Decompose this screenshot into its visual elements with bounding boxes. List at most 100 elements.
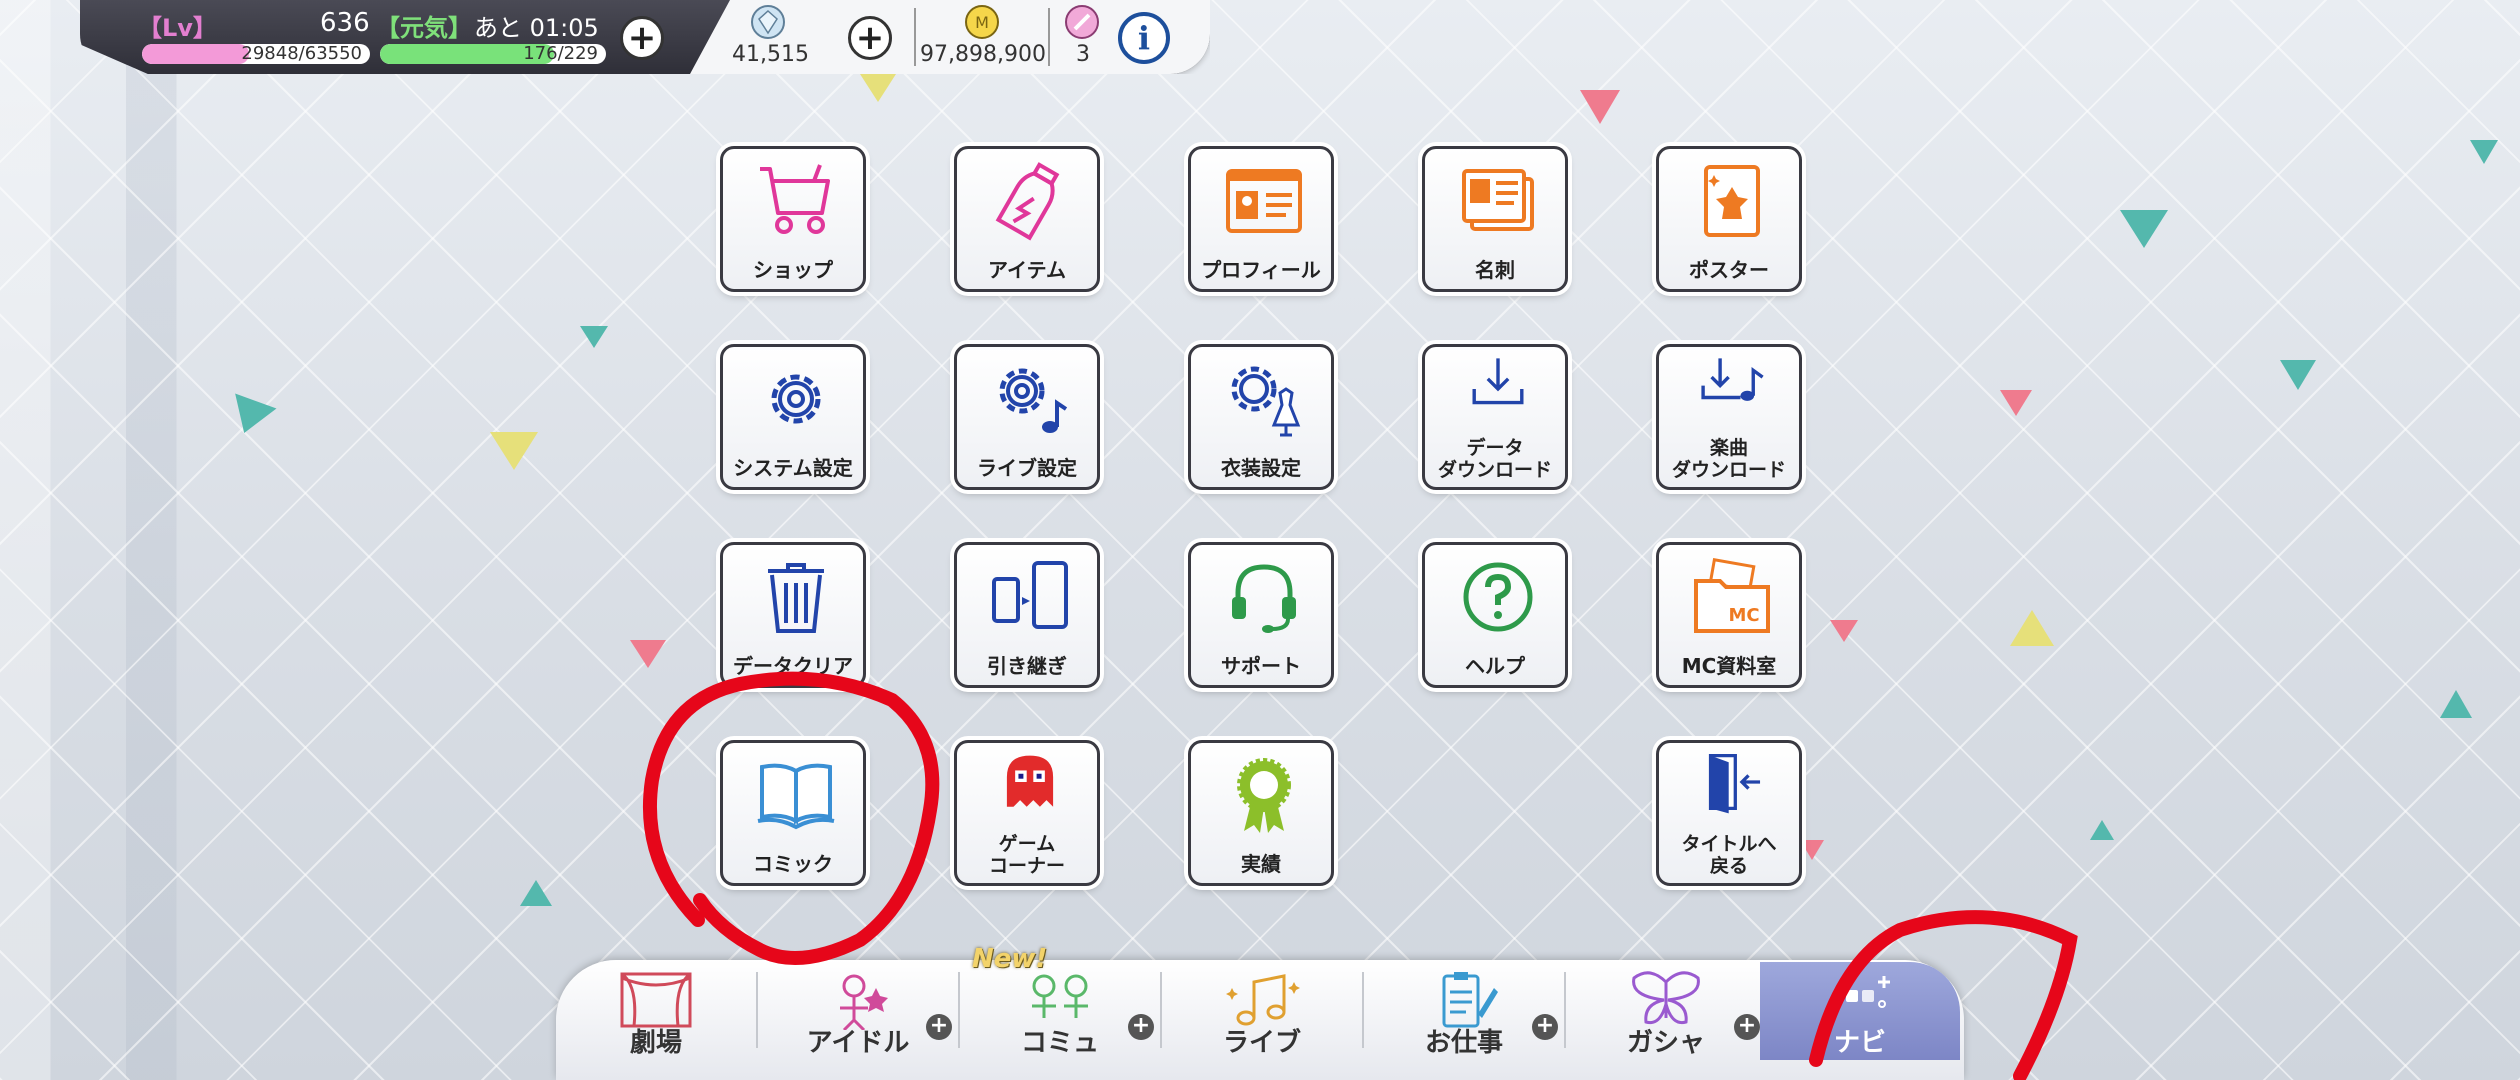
menu-label: ヘルプ: [1465, 654, 1525, 678]
shopping-cart-icon: [760, 164, 830, 234]
gear-icon: [771, 374, 821, 424]
menu-label: コミック: [753, 852, 833, 876]
menu-mc-room-button[interactable]: MC MC資料室: [1656, 542, 1802, 688]
menu-transfer-button[interactable]: 引き継ぎ: [954, 542, 1100, 688]
menu-card-button[interactable]: 名刺: [1422, 146, 1568, 292]
bottom-nav: 劇場 アイドル + コミュ + ライブ お仕事 + ガシャ + ナビ: [556, 960, 1964, 1080]
menu-music-download-button[interactable]: 楽曲 ダウンロード: [1656, 344, 1802, 490]
menu-item-button[interactable]: アイテム: [954, 146, 1100, 292]
trash-icon: [768, 563, 824, 633]
ticket-count: 3: [1076, 42, 1090, 67]
download-icon: [1472, 358, 1524, 405]
add-jewel-button[interactable]: +: [848, 16, 892, 60]
menu-label: ポスター: [1689, 258, 1769, 282]
device-transfer-icon: [992, 561, 1068, 629]
menu-label: システム設定: [733, 456, 853, 480]
menu-label: プロフィール: [1201, 258, 1321, 282]
rosette-icon: [1237, 758, 1291, 833]
money-icon: M: [965, 5, 999, 39]
menu-support-button[interactable]: サポート: [1188, 542, 1334, 688]
menu-label: サポート: [1221, 654, 1301, 678]
menu-data-download-button[interactable]: データ ダウンロード: [1422, 344, 1568, 490]
menu-costume-settings-button[interactable]: 衣装設定: [1188, 344, 1334, 490]
menu-shop-button[interactable]: ショップ: [720, 146, 866, 292]
plus-icon: +: [1128, 1014, 1154, 1040]
clipboard-icon: [1442, 972, 1498, 1028]
music-download-icon: [1701, 358, 1764, 401]
menu-return-title-button[interactable]: タイトルへ 戻る: [1656, 740, 1802, 886]
business-card-icon: [1462, 169, 1534, 231]
nav-work-tab[interactable]: お仕事 +: [1364, 960, 1564, 1060]
menu-label-line1: 楽曲: [1709, 437, 1748, 459]
nav-gacha-tab[interactable]: ガシャ +: [1566, 960, 1766, 1060]
svg-text:MC: MC: [1728, 605, 1759, 626]
ghost-icon: [1006, 755, 1054, 807]
menu-label-line2: 戻る: [1709, 855, 1748, 877]
nav-theater-tab[interactable]: 劇場: [556, 960, 756, 1060]
menu-label: 衣装設定: [1221, 456, 1301, 480]
plus-icon: +: [926, 1014, 952, 1040]
nav-label: 劇場: [629, 1028, 682, 1058]
menu-label-line2: ダウンロード: [1671, 459, 1786, 481]
drink-bottle-icon: [995, 162, 1060, 241]
menu-data-clear-button[interactable]: データクリア: [720, 542, 866, 688]
menu-label: 名刺: [1475, 258, 1515, 282]
plus-icon: +: [1734, 1014, 1760, 1040]
menu-comic-button[interactable]: コミック: [720, 740, 866, 886]
divider: [914, 8, 916, 66]
menu-label-line2: コーナー: [988, 855, 1065, 877]
stamina-timer: あと 01:05: [474, 14, 599, 42]
new-badge: New!: [972, 944, 1048, 974]
add-stamina-button[interactable]: +: [620, 16, 664, 60]
help-icon: [1463, 562, 1533, 632]
menu-label: ライブ設定: [977, 456, 1077, 480]
nav-label: ライブ: [1222, 1028, 1301, 1058]
exit-door-icon: [1708, 753, 1761, 814]
nav-label: ナビ: [1833, 1028, 1886, 1058]
gear-dress-icon: [1231, 366, 1301, 437]
jewel-count: 41,515: [732, 42, 809, 67]
exp-text: 29848/63550: [241, 44, 362, 64]
ticket-icon: [1065, 5, 1099, 39]
exp-bar-fill: [142, 44, 250, 64]
butterfly-icon: [1632, 971, 1700, 1025]
headset-icon: [1232, 564, 1296, 633]
nav-commu-tab[interactable]: コミュ +: [960, 960, 1160, 1060]
stamina-text: 176/229: [523, 44, 598, 64]
menu-achievement-button[interactable]: 実績: [1188, 740, 1334, 886]
info-button[interactable]: i: [1118, 12, 1170, 64]
menu-live-settings-button[interactable]: ライブ設定: [954, 344, 1100, 490]
lv-label: 【Lv】: [138, 14, 217, 42]
commu-people-icon: [1032, 974, 1088, 1018]
poster-icon: [1704, 165, 1760, 237]
navi-icon: [1846, 976, 1890, 1008]
lv-value: 636: [320, 8, 370, 38]
gear-music-icon: [999, 368, 1068, 433]
nav-live-tab[interactable]: ライブ: [1162, 960, 1362, 1060]
nav-navi-tab[interactable]: ナビ: [1760, 960, 1960, 1060]
plus-icon: +: [1532, 1014, 1558, 1040]
folder-icon: MC: [1694, 557, 1770, 633]
menu-label: データクリア: [733, 654, 853, 678]
nav-idol-tab[interactable]: アイドル +: [758, 960, 958, 1060]
menu-poster-button[interactable]: ポスター: [1656, 146, 1802, 292]
menu-label-line2: ダウンロード: [1437, 459, 1552, 481]
menu-game-corner-button[interactable]: ゲーム コーナー: [954, 740, 1100, 886]
menu-label-line1: ゲーム: [998, 833, 1056, 855]
menu-label-line1: データ: [1466, 437, 1524, 459]
menu-label-line1: タイトルへ: [1681, 833, 1777, 855]
stamina-bar: 176/229: [380, 44, 606, 64]
menu-system-settings-button[interactable]: システム設定: [720, 344, 866, 490]
menu-help-button[interactable]: ヘルプ: [1422, 542, 1568, 688]
svg-text:M: M: [975, 13, 989, 32]
idol-icon: [840, 974, 888, 1030]
menu-profile-button[interactable]: プロフィール: [1188, 146, 1334, 292]
open-book-icon: [757, 763, 835, 830]
menu-label: ショップ: [753, 258, 833, 282]
profile-card-icon: [1226, 169, 1302, 233]
money-count: 97,898,900: [920, 42, 1046, 67]
divider: [1048, 8, 1050, 66]
menu-label: アイテム: [988, 258, 1066, 282]
menu-label: MC資料室: [1681, 654, 1777, 678]
theater-curtain-icon: [620, 972, 692, 1028]
